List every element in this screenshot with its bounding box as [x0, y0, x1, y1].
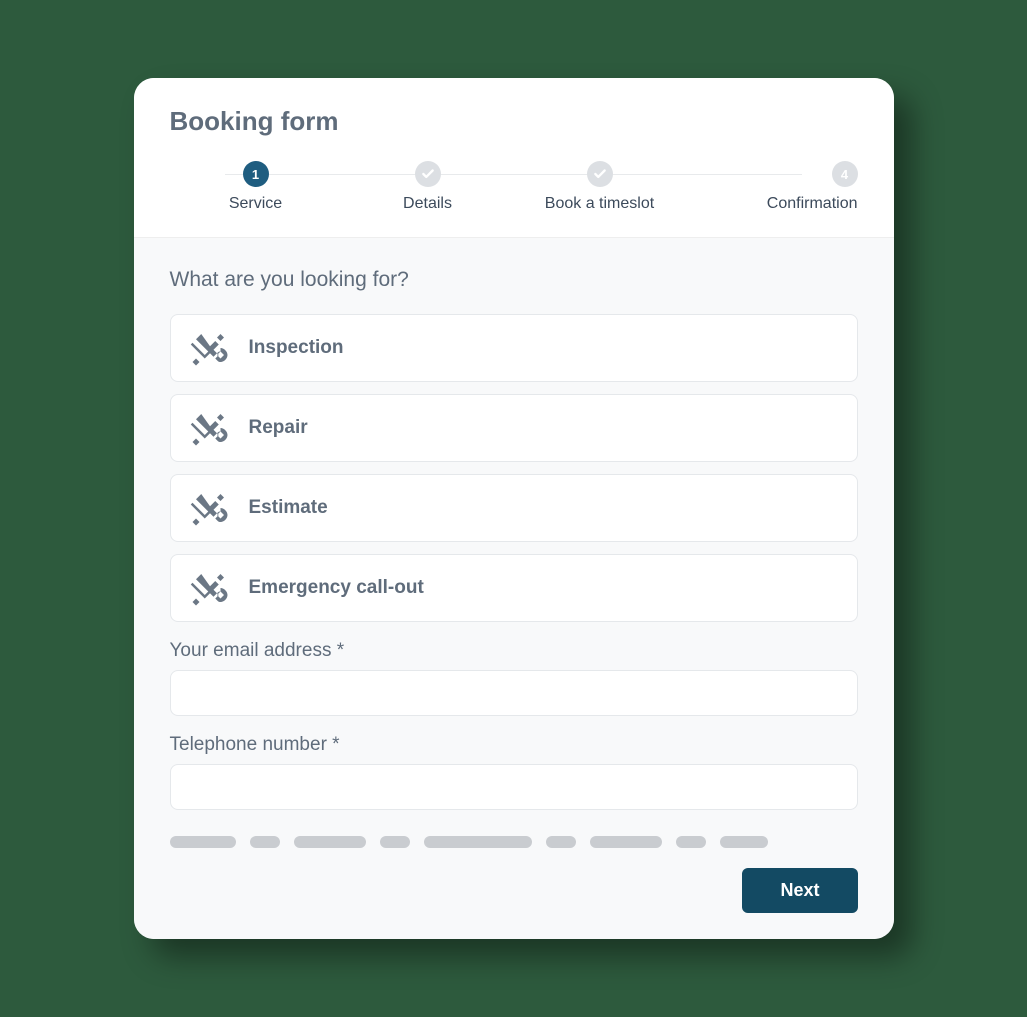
next-button[interactable]: Next	[742, 868, 857, 913]
page-title: Booking form	[170, 106, 858, 137]
header: Booking form 1 Service Details Book a ti…	[134, 78, 894, 238]
footer: Next	[170, 868, 858, 913]
check-icon	[593, 167, 607, 181]
email-field[interactable]	[170, 670, 858, 716]
option-label: Emergency call-out	[249, 577, 424, 599]
option-inspection[interactable]: Inspection	[170, 314, 858, 382]
form-body: What are you looking for? Inspection Rep…	[134, 238, 894, 939]
step-service[interactable]: 1 Service	[170, 161, 342, 213]
step-label: Confirmation	[767, 195, 858, 213]
placeholder-bar	[294, 836, 366, 848]
placeholder-bar	[676, 836, 706, 848]
email-label: Your email address *	[170, 640, 858, 662]
placeholder-bar	[546, 836, 576, 848]
tools-icon	[189, 567, 231, 609]
check-icon	[421, 167, 435, 181]
step-indicator: 1	[243, 161, 269, 187]
step-details[interactable]: Details	[342, 161, 514, 213]
tools-icon	[189, 327, 231, 369]
step-label: Book a timeslot	[545, 195, 654, 213]
step-timeslot[interactable]: Book a timeslot	[514, 161, 686, 213]
placeholder-bar	[170, 836, 236, 848]
option-label: Estimate	[249, 497, 328, 519]
step-label: Service	[229, 195, 282, 213]
step-indicator	[415, 161, 441, 187]
option-label: Repair	[249, 417, 308, 439]
placeholder-bar	[424, 836, 532, 848]
option-estimate[interactable]: Estimate	[170, 474, 858, 542]
step-confirmation[interactable]: 4 Confirmation	[686, 161, 858, 213]
telephone-label: Telephone number *	[170, 734, 858, 756]
step-indicator: 4	[832, 161, 858, 187]
tools-icon	[189, 407, 231, 449]
placeholder-bar	[380, 836, 410, 848]
stepper: 1 Service Details Book a timeslot 4 Conf…	[170, 161, 858, 213]
booking-card: Booking form 1 Service Details Book a ti…	[134, 78, 894, 939]
placeholder-bar	[590, 836, 662, 848]
step-label: Details	[403, 195, 452, 213]
telephone-field[interactable]	[170, 764, 858, 810]
option-repair[interactable]: Repair	[170, 394, 858, 462]
step-indicator	[587, 161, 613, 187]
stepper-line	[431, 174, 596, 175]
tools-icon	[189, 487, 231, 529]
placeholder-row	[170, 836, 858, 848]
option-label: Inspection	[249, 337, 344, 359]
prompt-text: What are you looking for?	[170, 268, 858, 292]
stepper-line	[596, 174, 802, 175]
placeholder-bar	[720, 836, 768, 848]
placeholder-bar	[250, 836, 280, 848]
option-emergency[interactable]: Emergency call-out	[170, 554, 858, 622]
